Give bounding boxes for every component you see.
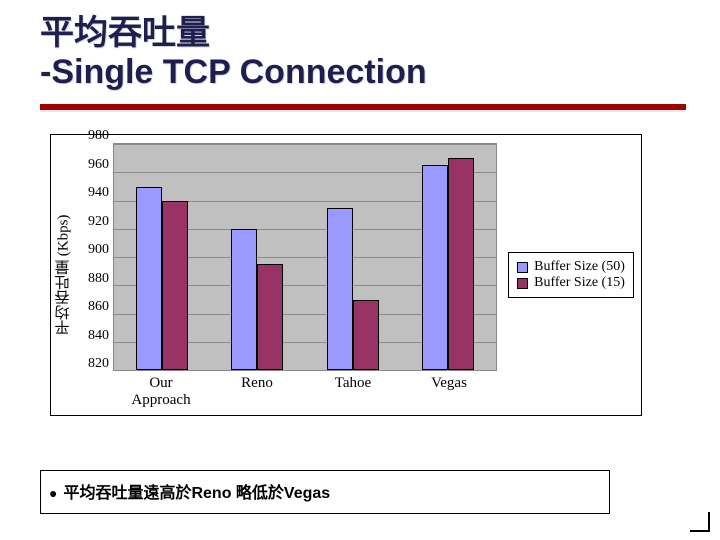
x-tick: OurApproach xyxy=(113,371,209,411)
caption-row: ● 平均吞吐量遠高於Reno 略低於Vegas xyxy=(49,479,601,503)
x-axis-ticks: OurApproachRenoTahoeVegas xyxy=(113,371,497,411)
bar-group xyxy=(401,144,497,370)
corner-decoration-icon xyxy=(690,512,710,532)
title-line-1: 平均吞吐量 xyxy=(40,14,690,53)
x-tick: Reno xyxy=(209,371,305,411)
legend-label-2: Buffer Size (15) xyxy=(534,275,625,291)
bullet-icon: ● xyxy=(49,486,57,500)
plot-area xyxy=(113,143,497,371)
bar xyxy=(136,187,162,371)
bar xyxy=(353,300,379,371)
gridline xyxy=(114,370,496,371)
y-axis-ticks: 980960940920900880860840820 xyxy=(75,135,113,415)
bar xyxy=(231,229,257,370)
bar-group xyxy=(114,144,210,370)
bar-group xyxy=(210,144,306,370)
title-line-2: -Single TCP Connection xyxy=(40,53,690,92)
caption-text: 平均吞吐量遠高於Reno 略低於Vegas xyxy=(63,479,330,503)
bar xyxy=(327,208,353,370)
chart-container: 平均吞吐量 (Kbps) 980960940920900880860840820… xyxy=(50,134,642,416)
legend-label-1: Buffer Size (50) xyxy=(534,259,625,275)
bar xyxy=(448,158,474,370)
legend-swatch-blue xyxy=(517,262,528,273)
caption-box: ● 平均吞吐量遠高於Reno 略低於Vegas xyxy=(40,470,610,514)
bar xyxy=(422,165,448,370)
x-tick: Vegas xyxy=(401,371,497,411)
bar-group xyxy=(305,144,401,370)
legend-swatch-maroon xyxy=(517,278,528,289)
legend: Buffer Size (50) Buffer Size (15) xyxy=(501,135,641,415)
x-tick: Tahoe xyxy=(305,371,401,411)
legend-box: Buffer Size (50) Buffer Size (15) xyxy=(508,252,634,298)
bar xyxy=(257,264,283,370)
slide: 平均吞吐量 -Single TCP Connection 平均吞吐量 (Kbps… xyxy=(0,0,720,540)
bar xyxy=(162,201,188,371)
plot-column: OurApproachRenoTahoeVegas xyxy=(113,135,501,415)
y-axis-label: 平均吞吐量 (Kbps) xyxy=(51,135,75,415)
slide-title: 平均吞吐量 -Single TCP Connection xyxy=(0,0,720,98)
bar-groups xyxy=(114,144,496,370)
title-underline xyxy=(40,104,686,110)
legend-row-1: Buffer Size (50) xyxy=(517,259,625,275)
legend-row-2: Buffer Size (15) xyxy=(517,275,625,291)
